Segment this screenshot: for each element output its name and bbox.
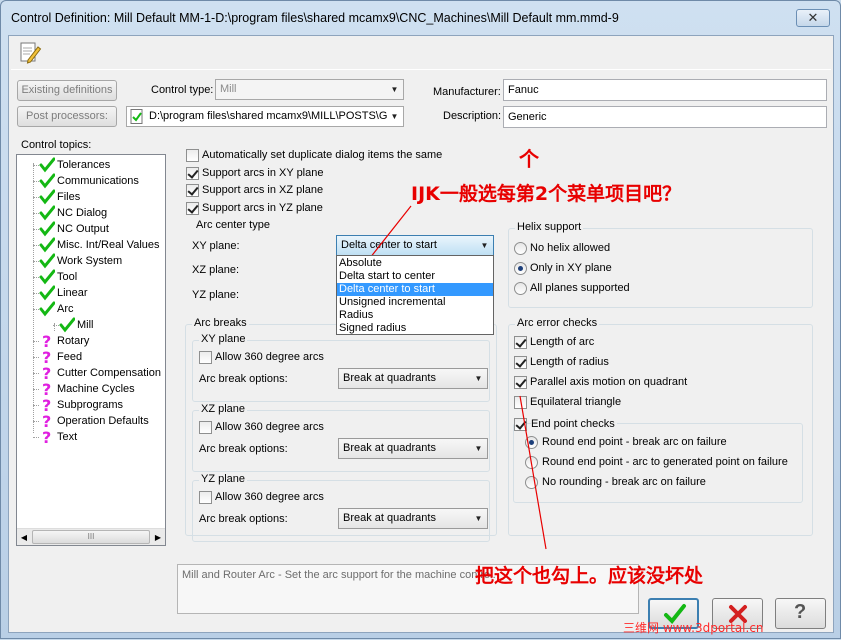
annotation-top-note: IJK一般选每第2个菜单项目吧？ (411, 183, 682, 205)
dropdown-option[interactable]: Signed radius (337, 322, 493, 335)
dropdown-option[interactable]: Delta start to center (337, 270, 493, 283)
annotation-arrow: 个 (519, 147, 539, 171)
dropdown-option[interactable]: Radius (337, 309, 493, 322)
arc-center-dropdown-list[interactable]: Absolute Delta start to center Delta cente… (336, 255, 494, 335)
dropdown-option[interactable]: Delta center to start (337, 283, 493, 296)
dropdown-option[interactable]: Absolute (337, 257, 493, 270)
annotation-bottom-note: 把这个也勾上。应该没坏处 (475, 565, 704, 587)
watermark: 三维网 www.3dportal.cn (623, 621, 764, 635)
dialog-window: Control Definition: Mill Default MM-1-D:… (0, 0, 841, 639)
dropdown-option[interactable]: Unsigned incremental (337, 296, 493, 309)
